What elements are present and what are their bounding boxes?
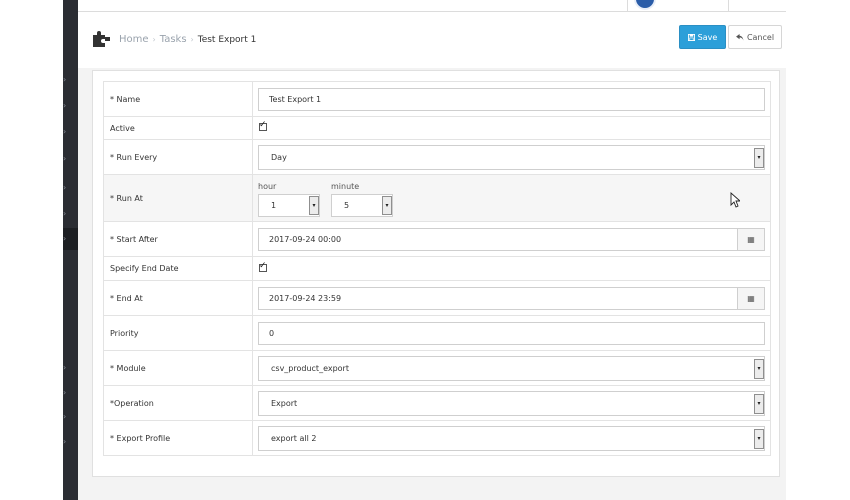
field-label: * Export Profile <box>103 420 253 456</box>
form-row-start-after: * Start After 2017-09-24 00:00 ▦ <box>103 221 771 257</box>
sidebar-expand-icon[interactable]: › <box>63 389 66 397</box>
task-form: * Name Test Export 1 Active * Run Every … <box>103 81 771 456</box>
topbar-divider <box>627 0 628 12</box>
field-label: * End At <box>103 280 253 316</box>
main-content: Home › Tasks › Test Export 1 Save Cancel * N… <box>78 12 786 500</box>
floppy-disk-icon <box>687 33 695 41</box>
puzzle-piece-icon <box>93 31 110 47</box>
dropdown-arrow-icon: ▾ <box>309 195 319 215</box>
operation-select[interactable]: Export ▾ <box>258 390 765 416</box>
run-every-value: Day <box>271 152 287 162</box>
field-label: * Run Every <box>103 139 253 175</box>
name-input-value: Test Export 1 <box>269 94 322 104</box>
export-profile-select[interactable]: export all 2 ▾ <box>258 425 765 451</box>
end-at-value: 2017-09-24 23:59 <box>269 293 342 303</box>
field-label: * Run At <box>103 174 253 222</box>
priority-input[interactable]: 0 <box>258 321 765 345</box>
field-label: * Start After <box>103 221 253 257</box>
breadcrumb-separator-icon: › <box>190 35 194 44</box>
export-profile-value: export all 2 <box>271 433 317 443</box>
form-row-end-at: * End At 2017-09-24 23:59 ▦ <box>103 280 771 316</box>
hour-value: 1 <box>271 200 277 210</box>
run-every-select[interactable]: Day ▾ <box>258 144 765 170</box>
breadcrumb-current: Test Export 1 <box>197 35 257 45</box>
calendar-icon[interactable]: ▦ <box>737 287 764 309</box>
cancel-button[interactable]: Cancel <box>728 25 782 49</box>
field-label: Specify End Date <box>103 256 253 281</box>
dropdown-arrow-icon: ▾ <box>382 195 392 215</box>
form-row-name: * Name Test Export 1 <box>103 81 771 117</box>
form-row-operation: *Operation Export ▾ <box>103 385 771 421</box>
priority-value: 0 <box>269 328 275 338</box>
dropdown-arrow-icon: ▾ <box>754 428 764 449</box>
form-row-active: Active <box>103 116 771 140</box>
field-label: Active <box>103 116 253 140</box>
form-row-run-at: * Run At hour 1 ▾ minute 5 ▾ <box>103 174 771 222</box>
sidebar-expand-icon[interactable]: › <box>63 438 66 446</box>
sidebar-expand-icon[interactable]: › <box>63 235 66 243</box>
calendar-icon[interactable]: ▦ <box>737 228 764 250</box>
active-checkbox[interactable] <box>259 120 267 131</box>
name-input[interactable]: Test Export 1 <box>258 87 765 111</box>
module-select[interactable]: csv_product_export ▾ <box>258 355 765 381</box>
top-bar <box>78 0 786 12</box>
breadcrumb-tasks-link[interactable]: Tasks <box>160 34 187 45</box>
breadcrumb-separator-icon: › <box>152 35 156 44</box>
start-after-value: 2017-09-24 00:00 <box>269 234 342 244</box>
operation-value: Export <box>271 398 298 408</box>
start-after-input[interactable]: 2017-09-24 00:00 ▦ <box>258 227 765 251</box>
sidebar-expand-icon[interactable]: › <box>63 364 66 372</box>
minute-label: minute <box>331 181 360 191</box>
dropdown-arrow-icon: ▾ <box>754 393 764 414</box>
page-header: Home › Tasks › Test Export 1 Save Cancel <box>78 12 786 68</box>
sidebar-expand-icon[interactable]: › <box>63 102 66 110</box>
sidebar-active-item[interactable]: › <box>63 228 78 250</box>
dropdown-arrow-icon: ▾ <box>754 147 764 168</box>
save-button[interactable]: Save <box>679 25 726 49</box>
form-row-specify-end-date: Specify End Date <box>103 256 771 281</box>
field-label: *Operation <box>103 385 253 421</box>
sidebar-expand-icon[interactable]: › <box>63 128 66 136</box>
topbar-divider <box>728 0 729 12</box>
breadcrumb-home-link[interactable]: Home <box>119 34 149 45</box>
module-value: csv_product_export <box>271 363 349 373</box>
minute-value: 5 <box>344 200 350 210</box>
sidebar-expand-icon[interactable]: › <box>63 413 66 421</box>
save-button-label: Save <box>697 32 718 42</box>
sidebar-expand-icon[interactable]: › <box>63 210 66 218</box>
specify-end-date-checkbox[interactable] <box>259 261 267 272</box>
form-row-module: * Module csv_product_export ▾ <box>103 350 771 386</box>
field-label: * Module <box>103 350 253 386</box>
mouse-pointer-icon <box>730 192 740 208</box>
dropdown-arrow-icon: ▾ <box>754 358 764 379</box>
field-label: Priority <box>103 315 253 351</box>
sidebar-expand-icon[interactable]: › <box>63 76 66 84</box>
right-margin <box>786 0 850 500</box>
field-label: * Name <box>103 81 253 117</box>
hour-label: hour <box>258 181 277 191</box>
end-at-input[interactable]: 2017-09-24 23:59 ▦ <box>258 286 765 310</box>
sidebar: › › › › › › › › › › › <box>63 0 78 500</box>
sidebar-expand-icon[interactable]: › <box>63 184 66 192</box>
left-gutter <box>0 0 63 500</box>
cancel-button-label: Cancel <box>746 32 775 42</box>
breadcrumb: Home › Tasks › Test Export 1 <box>119 34 256 45</box>
form-panel: * Name Test Export 1 Active * Run Every … <box>92 70 780 477</box>
hour-select[interactable]: 1 ▾ <box>258 193 320 217</box>
user-avatar[interactable] <box>634 0 656 10</box>
minute-select[interactable]: 5 ▾ <box>331 193 393 217</box>
reply-arrow-icon <box>736 33 744 41</box>
form-row-priority: Priority 0 <box>103 315 771 351</box>
form-row-run-every: * Run Every Day ▾ <box>103 139 771 175</box>
sidebar-expand-icon[interactable]: › <box>63 155 66 163</box>
form-row-export-profile: * Export Profile export all 2 ▾ <box>103 420 771 456</box>
